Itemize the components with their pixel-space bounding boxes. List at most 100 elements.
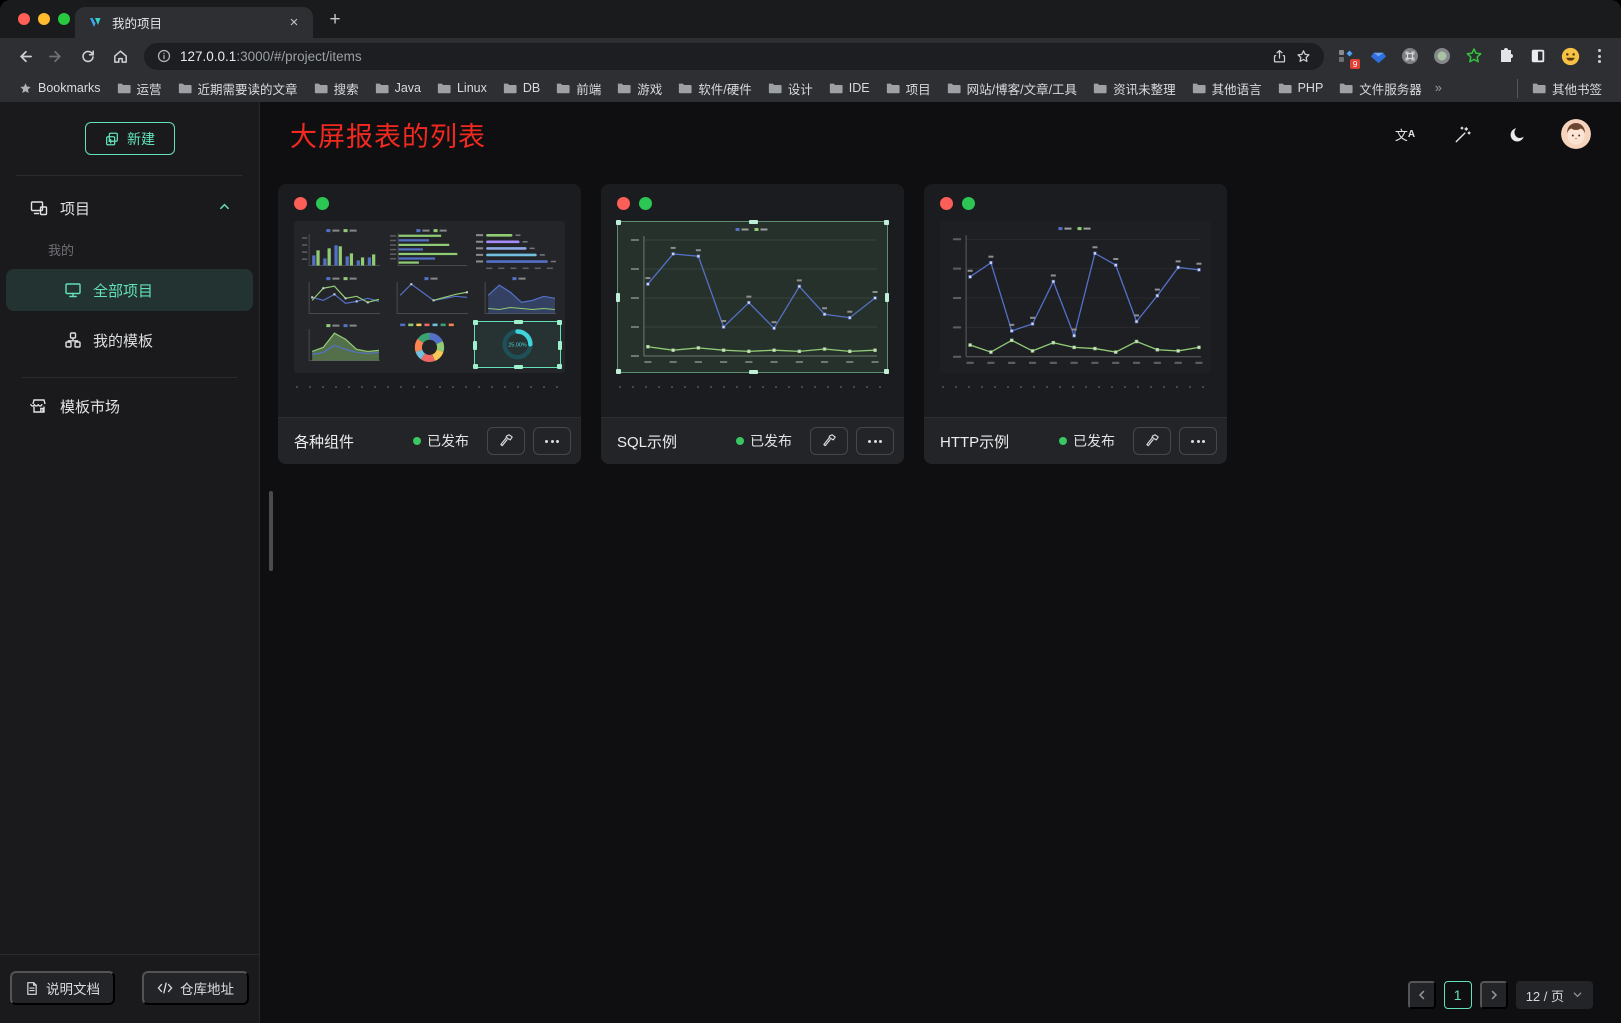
extension-gem-icon[interactable]: [1368, 46, 1388, 66]
create-project-button[interactable]: 新建: [85, 122, 175, 155]
selection-handle[interactable]: [557, 320, 562, 325]
other-bookmarks[interactable]: 其他书签: [1517, 79, 1609, 98]
page-header: 大屏报表的列表 文A: [260, 102, 1621, 166]
bookmark-folder[interactable]: 搜索: [307, 79, 366, 98]
ellipsis-icon: [868, 440, 882, 443]
project-preview[interactable]: [940, 221, 1211, 373]
new-tab-button[interactable]: +: [321, 6, 349, 34]
tab-close-icon[interactable]: ×: [285, 14, 303, 32]
maximize-window-button[interactable]: [58, 13, 70, 25]
monitor-icon: [64, 281, 82, 299]
extension-command-icon[interactable]: [1400, 46, 1420, 66]
sidebar-group-project[interactable]: 项目: [6, 188, 253, 228]
browser-menu-icon[interactable]: [1592, 49, 1607, 63]
selection-handle[interactable]: [514, 320, 523, 324]
bookmark-folder[interactable]: 运营: [110, 79, 169, 98]
selection-handle[interactable]: [616, 220, 621, 225]
bookmarks-overflow-chevron[interactable]: »: [1431, 81, 1446, 95]
selection-handle[interactable]: [514, 365, 523, 369]
bookmark-folder[interactable]: 项目: [879, 79, 938, 98]
more-options-button[interactable]: [533, 427, 571, 455]
selection-handle[interactable]: [616, 369, 621, 374]
browser-window: 我的项目 × + 127.0.0.1:3000/#/project/items: [0, 0, 1621, 1023]
minimize-window-button[interactable]: [38, 13, 50, 25]
bookmark-folder[interactable]: DB: [496, 81, 547, 95]
forward-icon[interactable]: [42, 42, 70, 70]
bookmark-folder[interactable]: 资讯未整理: [1086, 79, 1183, 98]
close-window-button[interactable]: [18, 13, 30, 25]
folder-icon: [117, 82, 131, 94]
magic-wand-icon[interactable]: [1449, 122, 1473, 146]
bookmark-folder[interactable]: 游戏: [610, 79, 669, 98]
extension-grid-diamond-icon[interactable]: 9: [1336, 46, 1356, 66]
home-icon[interactable]: [106, 42, 134, 70]
edit-project-button[interactable]: [1133, 427, 1171, 455]
edit-project-button[interactable]: [487, 427, 525, 455]
user-avatar[interactable]: [1561, 119, 1591, 149]
bookmark-folder[interactable]: 文件服务器: [1332, 79, 1429, 98]
folder-icon: [1339, 82, 1353, 94]
selection-handle[interactable]: [557, 364, 562, 369]
repo-button[interactable]: 仓库地址: [142, 971, 249, 1005]
bookmark-folder[interactable]: 前端: [549, 79, 608, 98]
selection-handle[interactable]: [473, 364, 478, 369]
bookmark-folder[interactable]: 设计: [761, 79, 820, 98]
selection-handle[interactable]: [616, 293, 620, 302]
share-icon[interactable]: [1272, 49, 1287, 64]
bookmark-folder[interactable]: PHP: [1271, 81, 1331, 95]
back-icon[interactable]: [10, 42, 38, 70]
sidebar-item-all-projects[interactable]: 全部项目: [6, 269, 253, 311]
selection-handle[interactable]: [885, 293, 889, 302]
extension-circle-dot-icon[interactable]: [1432, 46, 1452, 66]
extensions-puzzle-icon[interactable]: [1496, 46, 1516, 66]
more-options-button[interactable]: [856, 427, 894, 455]
bookmark-folder[interactable]: Java: [368, 81, 428, 95]
extension-dark-square-icon[interactable]: [1528, 46, 1548, 66]
mini-progress-ring-selected[interactable]: 25.00%: [474, 321, 561, 368]
scrollbar-thumb[interactable]: [269, 491, 273, 571]
extension-emoji-icon[interactable]: [1560, 46, 1580, 66]
bookmark-folder[interactable]: Linux: [430, 81, 494, 95]
selection-handle[interactable]: [749, 370, 758, 374]
project-preview[interactable]: 25.00%: [294, 221, 565, 373]
sidebar-item-template-market[interactable]: 模板市场: [6, 386, 253, 426]
bookmark-folder[interactable]: IDE: [822, 81, 877, 95]
project-preview[interactable]: [617, 221, 888, 373]
bookmark-folder[interactable]: 网站/博客/文章/工具: [940, 79, 1084, 98]
hammer-icon: [1144, 433, 1160, 449]
chevron-up-icon[interactable]: [218, 200, 231, 217]
selection-handle[interactable]: [473, 320, 478, 325]
selection-handle[interactable]: [749, 220, 758, 224]
extension-green-star-icon[interactable]: [1464, 46, 1484, 66]
address-bar[interactable]: 127.0.0.1:3000/#/project/items: [144, 43, 1324, 70]
status-dot: [1059, 437, 1067, 445]
selection-handle[interactable]: [558, 341, 562, 350]
bookmark-folder[interactable]: 软件/硬件: [671, 79, 758, 98]
site-info-icon[interactable]: [157, 49, 171, 63]
next-page-button[interactable]: [1480, 981, 1508, 1009]
browser-tab[interactable]: 我的项目 ×: [75, 7, 313, 38]
card-footer: SQL示例 已发布: [601, 417, 904, 464]
project-title: 各种组件: [294, 431, 413, 452]
reload-icon[interactable]: [74, 42, 102, 70]
prev-page-button[interactable]: [1408, 981, 1436, 1009]
red-dot: [617, 197, 630, 210]
bookmark-item[interactable]: Bookmarks: [12, 81, 108, 95]
sidebar-item-my-templates[interactable]: 我的模板: [6, 319, 253, 361]
project-card[interactable]: SQL示例 已发布: [601, 184, 904, 464]
project-card[interactable]: HTTP示例 已发布: [924, 184, 1227, 464]
docs-button[interactable]: 说明文档: [10, 971, 115, 1005]
language-icon[interactable]: 文A: [1393, 122, 1417, 146]
dark-mode-moon-icon[interactable]: [1505, 122, 1529, 146]
selection-handle[interactable]: [884, 369, 889, 374]
current-page-button[interactable]: 1: [1444, 981, 1472, 1009]
project-card[interactable]: 25.00% 各种组件 已发布: [278, 184, 581, 464]
selection-handle[interactable]: [473, 341, 477, 350]
bookmark-star-icon[interactable]: [1296, 49, 1311, 64]
bookmark-folder[interactable]: 其他语言: [1185, 79, 1269, 98]
more-options-button[interactable]: [1179, 427, 1217, 455]
bookmark-folder[interactable]: 近期需要读的文章: [171, 79, 305, 98]
edit-project-button[interactable]: [810, 427, 848, 455]
page-size-select[interactable]: 12 / 页: [1516, 981, 1593, 1009]
selection-handle[interactable]: [884, 220, 889, 225]
